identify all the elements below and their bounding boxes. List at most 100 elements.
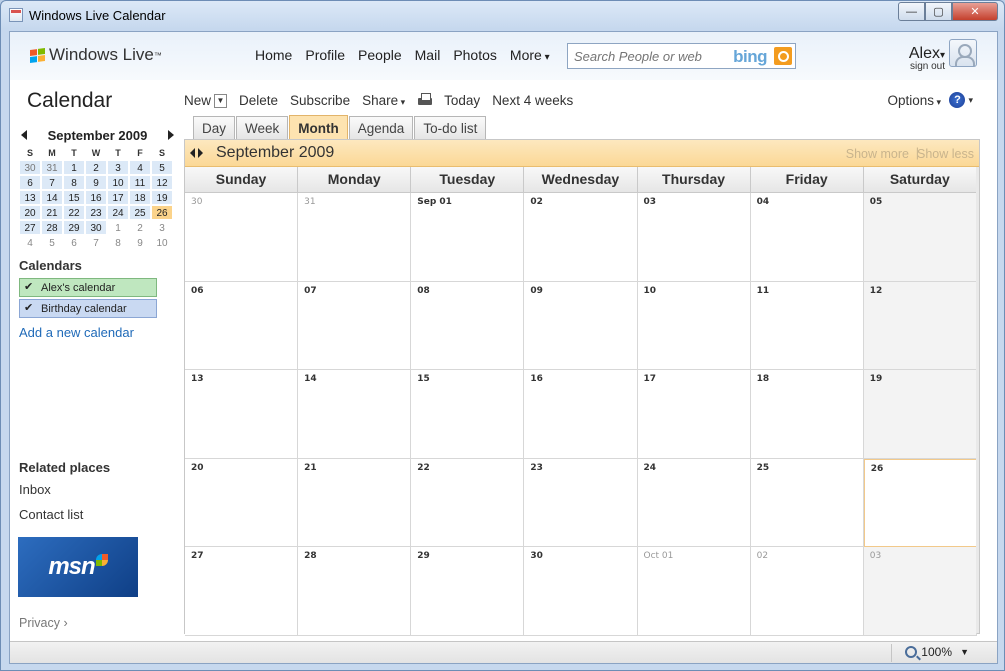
mini-day-cell[interactable]: 31 xyxy=(41,160,63,175)
day-cell[interactable]: 28 xyxy=(298,547,412,636)
msn-ad-banner[interactable]: msn xyxy=(18,537,138,597)
day-number[interactable]: 27 xyxy=(191,551,204,561)
show-less-link[interactable]: Show less xyxy=(917,147,974,161)
day-number[interactable]: 18 xyxy=(757,374,770,384)
mini-day-cell[interactable]: 9 xyxy=(129,235,151,250)
mini-day-cell[interactable]: 23 xyxy=(85,205,107,220)
zoom-dropdown-icon[interactable]: ▼ xyxy=(960,647,969,657)
tab-todo-list[interactable]: To-do list xyxy=(414,116,487,140)
day-cell[interactable]: 30 xyxy=(185,193,299,282)
mini-day-cell[interactable]: 17 xyxy=(107,190,129,205)
nav-more[interactable]: More xyxy=(510,47,550,63)
mini-day-cell[interactable]: 10 xyxy=(151,235,173,250)
mini-day-cell[interactable]: 27 xyxy=(19,220,41,235)
options-menu[interactable]: Options xyxy=(887,93,941,108)
prev-month-icon[interactable] xyxy=(190,148,195,158)
search-input[interactable] xyxy=(574,44,724,68)
mini-day-cell[interactable]: 4 xyxy=(129,160,151,175)
day-cell[interactable]: Sep 01 xyxy=(411,193,525,282)
day-cell[interactable]: 09 xyxy=(524,281,638,371)
day-number[interactable]: 03 xyxy=(870,551,881,561)
add-calendar-link[interactable]: Add a new calendar xyxy=(19,325,134,340)
day-cell[interactable]: 12 xyxy=(863,281,977,371)
mini-day-cell[interactable]: 2 xyxy=(129,220,151,235)
windows-live-logo[interactable]: Windows Live ™ xyxy=(30,45,162,65)
day-number[interactable]: 17 xyxy=(644,374,657,384)
day-cell[interactable]: 17 xyxy=(637,370,751,459)
mini-day-cell[interactable]: 2 xyxy=(85,160,107,175)
inbox-link[interactable]: Inbox xyxy=(19,482,51,497)
day-cell[interactable]: 08 xyxy=(411,281,525,371)
mini-day-cell[interactable]: 5 xyxy=(41,235,63,250)
mini-day-cell[interactable]: 8 xyxy=(63,175,85,190)
mini-day-cell[interactable]: 30 xyxy=(85,220,107,235)
mini-day-cell[interactable]: 25 xyxy=(129,205,151,220)
calendar-item-birthday[interactable]: ✔ Birthday calendar xyxy=(19,299,157,318)
mini-day-cell[interactable]: 1 xyxy=(63,160,85,175)
tab-week[interactable]: Week xyxy=(236,116,289,140)
minimize-button[interactable]: — xyxy=(898,2,925,21)
today-button[interactable]: Today xyxy=(444,93,480,108)
day-cell[interactable]: 06 xyxy=(185,281,299,371)
title-bar[interactable]: Windows Live Calendar — ▢ ✕ xyxy=(1,1,1004,30)
mini-day-cell[interactable]: 3 xyxy=(107,160,129,175)
help-button[interactable]: ? ▾ xyxy=(949,92,973,108)
mini-day-cell[interactable]: 6 xyxy=(19,175,41,190)
day-cell[interactable]: 10 xyxy=(637,281,751,371)
delete-button[interactable]: Delete xyxy=(239,93,278,108)
mini-day-cell[interactable]: 6 xyxy=(63,235,85,250)
day-cell[interactable]: 30 xyxy=(524,547,638,636)
day-number[interactable]: 30 xyxy=(530,551,543,561)
day-number[interactable]: 14 xyxy=(304,374,317,384)
mini-day-cell[interactable]: 3 xyxy=(151,220,173,235)
day-number[interactable]: 06 xyxy=(191,286,204,296)
calendar-item-alex[interactable]: ✔ Alex's calendar xyxy=(19,278,157,297)
day-number[interactable]: 04 xyxy=(757,197,770,207)
mini-day-cell[interactable]: 18 xyxy=(129,190,151,205)
mini-day-cell[interactable]: 8 xyxy=(107,235,129,250)
mini-day-cell[interactable]: 16 xyxy=(85,190,107,205)
checkbox-checked-icon[interactable]: ✔ xyxy=(24,302,36,315)
mini-day-cell[interactable]: 12 xyxy=(151,175,173,190)
day-number[interactable]: 12 xyxy=(870,286,883,296)
day-cell[interactable]: 18 xyxy=(750,370,864,459)
mini-day-cell[interactable]: 11 xyxy=(129,175,151,190)
privacy-link[interactable]: Privacy xyxy=(19,616,68,630)
nav-mail[interactable]: Mail xyxy=(415,47,441,63)
search-icon[interactable] xyxy=(774,47,792,65)
day-cell[interactable]: 25 xyxy=(750,458,864,548)
mini-day-cell[interactable]: 10 xyxy=(107,175,129,190)
mini-day-cell[interactable]: 29 xyxy=(63,220,85,235)
day-number[interactable]: 31 xyxy=(304,197,315,207)
day-number[interactable]: 25 xyxy=(757,463,770,473)
show-more-link[interactable]: Show more xyxy=(846,147,909,161)
day-number[interactable]: 02 xyxy=(530,197,543,207)
day-cell[interactable]: 29 xyxy=(411,547,525,636)
mini-day-cell[interactable]: 7 xyxy=(85,235,107,250)
nav-photos[interactable]: Photos xyxy=(453,47,497,63)
nav-people[interactable]: People xyxy=(358,47,402,63)
day-number[interactable]: 22 xyxy=(417,463,430,473)
day-number[interactable]: 13 xyxy=(191,374,204,384)
day-number[interactable]: 07 xyxy=(304,286,317,296)
day-cell[interactable]: 02 xyxy=(750,547,864,636)
new-dropdown-icon[interactable]: ▼ xyxy=(214,94,228,109)
day-cell[interactable]: 15 xyxy=(411,370,525,459)
mini-day-cell[interactable]: 30 xyxy=(19,160,41,175)
vertical-scrollbar[interactable] xyxy=(976,167,979,633)
day-number[interactable]: 16 xyxy=(530,374,543,384)
user-name-dropdown[interactable]: Alex xyxy=(909,45,945,62)
day-number[interactable]: 26 xyxy=(871,464,884,474)
day-number[interactable]: 15 xyxy=(417,374,430,384)
mini-day-cell[interactable]: 5 xyxy=(151,160,173,175)
mini-next-month-icon[interactable] xyxy=(167,130,174,140)
mini-prev-month-icon[interactable] xyxy=(21,130,27,140)
mini-day-cell[interactable]: 28 xyxy=(41,220,63,235)
next-month-icon[interactable] xyxy=(198,148,203,158)
day-number[interactable]: 11 xyxy=(757,286,770,296)
sign-out-link[interactable]: sign out xyxy=(909,61,945,72)
mini-day-cell[interactable]: 13 xyxy=(19,190,41,205)
tab-month[interactable]: Month xyxy=(289,115,348,140)
mini-day-cell[interactable]: 1 xyxy=(107,220,129,235)
mini-day-cell[interactable]: 7 xyxy=(41,175,63,190)
